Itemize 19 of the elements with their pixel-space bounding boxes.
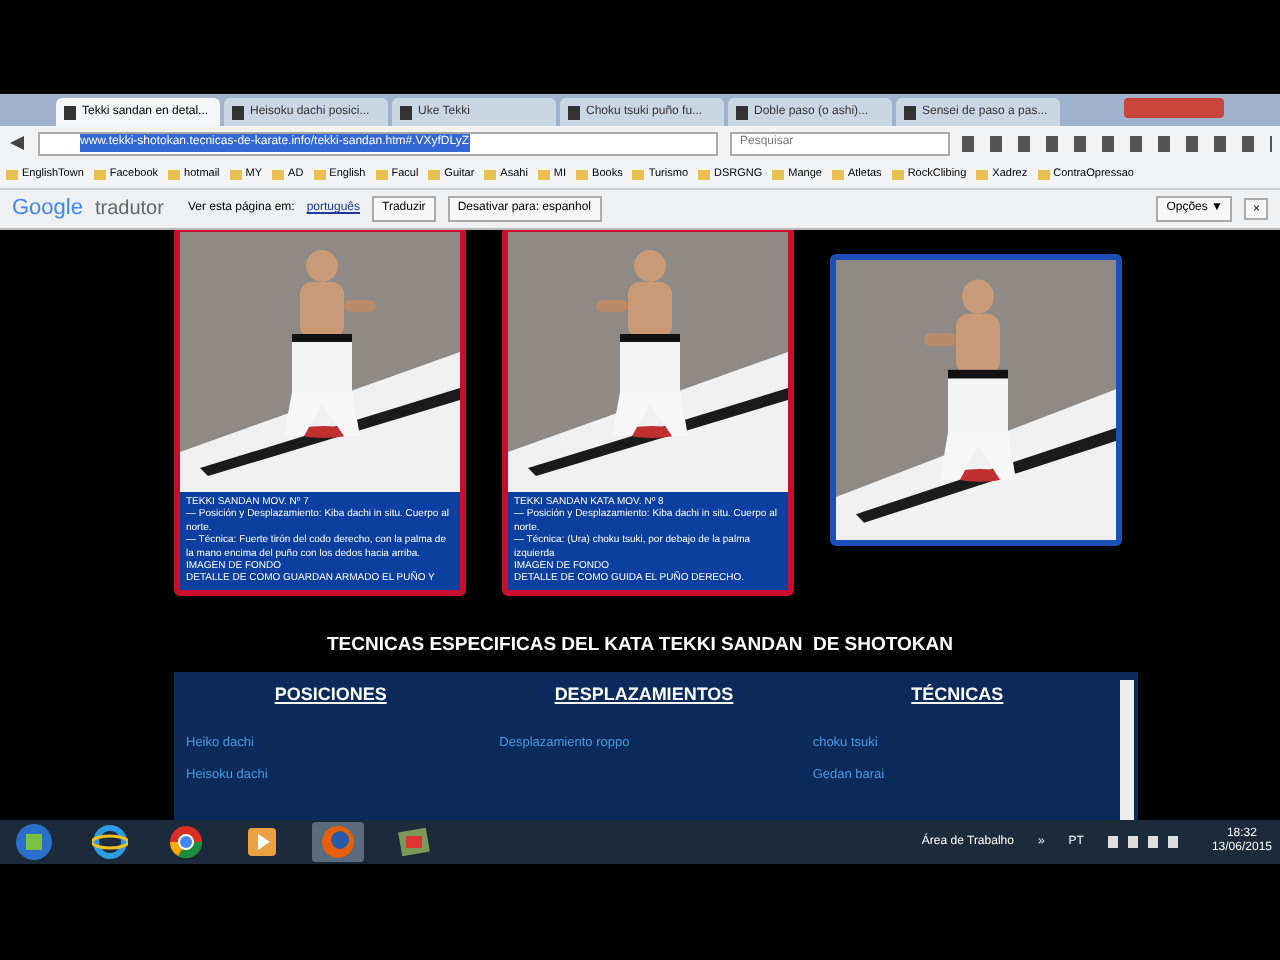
column-heading: DESPLAZAMIENTOS	[554, 682, 734, 709]
favicon-icon	[736, 105, 748, 119]
favicon-icon	[400, 105, 412, 119]
google-logo: Google	[12, 194, 83, 225]
browser-icon[interactable]	[168, 824, 204, 860]
favicon-icon	[64, 105, 76, 119]
scrollbar[interactable]	[1120, 680, 1134, 820]
favicon-icon	[232, 105, 244, 119]
app-icon[interactable]	[396, 824, 432, 860]
browser-icon[interactable]	[92, 824, 128, 860]
section-title: TECNICAS ESPECIFICAS DEL KATA TEKKI SANDAN DE SHOTOKAN	[327, 631, 953, 660]
favicon-icon	[568, 105, 580, 119]
back-icon[interactable]	[8, 134, 26, 152]
favicon-icon	[904, 105, 916, 119]
column-heading: POSICIONES	[274, 682, 387, 709]
start-icon[interactable]	[14, 822, 54, 862]
media-player-icon[interactable]	[246, 826, 278, 858]
column-heading: TÉCNICAS	[911, 682, 1004, 709]
translator-label: tradutor	[94, 196, 164, 224]
